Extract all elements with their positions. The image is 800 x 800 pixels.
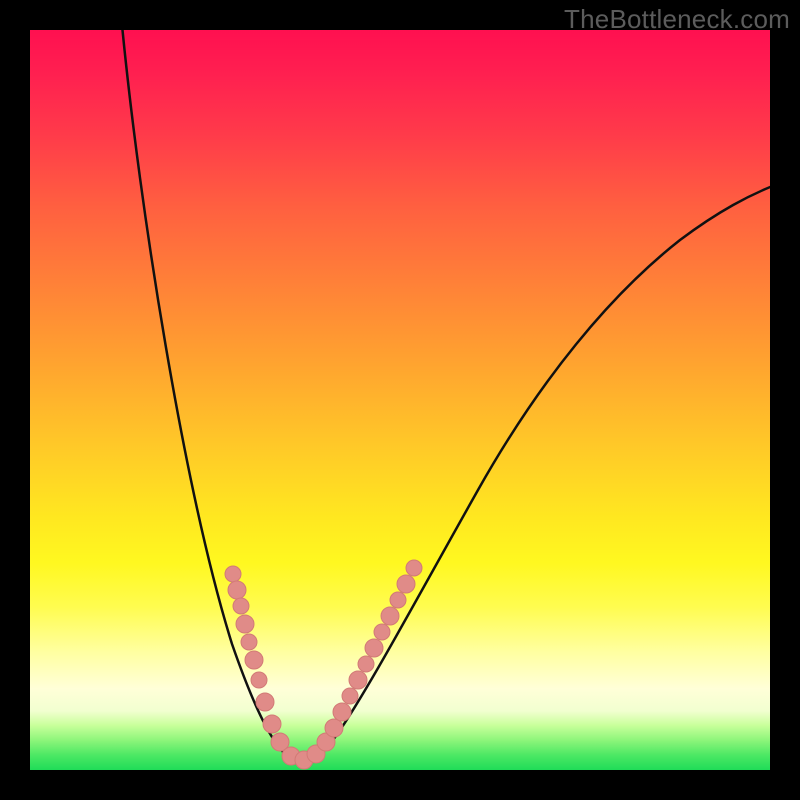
marker-point: [256, 693, 274, 711]
marker-point: [245, 651, 263, 669]
curve-svg: [30, 30, 770, 770]
watermark-text: TheBottleneck.com: [564, 4, 790, 35]
marker-point: [333, 703, 351, 721]
marker-point: [358, 656, 374, 672]
marker-point: [225, 566, 241, 582]
curve-right-branch: [298, 185, 770, 764]
curve-left-branch: [122, 30, 298, 764]
marker-point: [251, 672, 267, 688]
marker-point: [374, 624, 390, 640]
curve-paths: [122, 30, 770, 764]
marker-point: [397, 575, 415, 593]
marker-point: [233, 598, 249, 614]
marker-point: [406, 560, 422, 576]
chart-frame: TheBottleneck.com: [0, 0, 800, 800]
marker-point: [390, 592, 406, 608]
marker-point: [236, 615, 254, 633]
marker-point: [241, 634, 257, 650]
marker-point: [228, 581, 246, 599]
data-markers: [225, 560, 422, 769]
marker-point: [263, 715, 281, 733]
marker-point: [349, 671, 367, 689]
marker-point: [381, 607, 399, 625]
marker-point: [325, 719, 343, 737]
plot-area: [30, 30, 770, 770]
marker-point: [365, 639, 383, 657]
marker-point: [342, 688, 358, 704]
